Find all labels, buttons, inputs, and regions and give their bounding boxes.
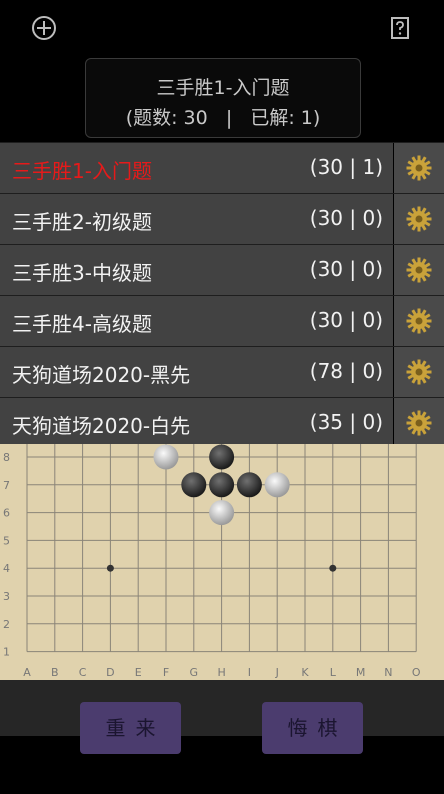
- puzzle-set-item[interactable]: 三手胜4-高级题 (30 | 0): [0, 296, 393, 346]
- menu-row: 天狗道场2020-黑先 (78 | 0): [0, 346, 444, 397]
- menu-row: 三手胜4-高级题 (30 | 0): [0, 295, 444, 346]
- undo-button[interactable]: 悔棋: [262, 702, 363, 754]
- rank-label: 7: [3, 479, 10, 492]
- rank-label: 6: [3, 507, 10, 520]
- rank-label: 5: [3, 534, 10, 547]
- puzzle-set-title: 三手胜1-入门题: [156, 77, 290, 99]
- settings-button[interactable]: [394, 347, 444, 397]
- star-point: [329, 564, 337, 572]
- rank-label: 3: [3, 590, 10, 603]
- help-icon[interactable]: [386, 14, 414, 42]
- black-stone[interactable]: [209, 472, 235, 498]
- puzzle-set-item[interactable]: 天狗道场2020-白先 (35 | 0): [0, 398, 393, 448]
- settings-button[interactable]: [394, 245, 444, 295]
- gomoku-board[interactable]: 8 7 6 5 4 3 2 1A B C D E F G H I J K L M N O: [0, 444, 444, 680]
- add-icon[interactable]: [30, 14, 58, 42]
- rank-label: 1: [3, 646, 10, 659]
- file-label: M: [356, 666, 366, 679]
- file-label: D: [106, 666, 114, 679]
- file-label: J: [275, 666, 279, 679]
- puzzle-set-label: 三手胜4-高级题: [12, 312, 152, 336]
- gear-icon: [406, 308, 432, 334]
- file-label: B: [51, 666, 59, 679]
- file-label: C: [79, 666, 87, 679]
- settings-button[interactable]: [394, 194, 444, 244]
- star-point: [106, 564, 114, 572]
- puzzle-info-panel: 三手胜1-入门题 (题数: 30 | 已解: 1): [85, 58, 361, 138]
- puzzle-set-count: (30 | 0): [309, 206, 383, 230]
- file-label: A: [23, 666, 31, 679]
- puzzle-set-item[interactable]: 三手胜2-初级题 (30 | 0): [0, 194, 393, 244]
- settings-button[interactable]: [394, 296, 444, 346]
- gear-icon: [406, 359, 432, 385]
- puzzle-set-count: (35 | 0): [309, 410, 383, 434]
- file-label: F: [163, 666, 169, 679]
- file-label: L: [330, 666, 337, 679]
- bottom-bar: 重来 悔棋: [0, 680, 444, 794]
- file-label: I: [248, 666, 251, 679]
- file-label: K: [301, 666, 309, 679]
- puzzle-set-label: 三手胜1-入门题: [12, 159, 152, 183]
- puzzle-set-count: (30 | 0): [309, 257, 383, 281]
- file-label: G: [190, 666, 199, 679]
- black-stone[interactable]: [236, 472, 262, 498]
- puzzle-set-count: (78 | 0): [309, 359, 383, 383]
- menu-row: 三手胜2-初级题 (30 | 0): [0, 193, 444, 244]
- gear-icon: [406, 206, 432, 232]
- rank-label: 4: [3, 562, 10, 575]
- puzzle-set-item[interactable]: 三手胜3-中级题 (30 | 0): [0, 245, 393, 295]
- puzzle-set-label: 三手胜2-初级题: [12, 210, 152, 234]
- file-label: N: [384, 666, 392, 679]
- file-label: E: [135, 666, 142, 679]
- gear-icon: [406, 155, 432, 181]
- puzzle-set-label: 三手胜3-中级题: [12, 261, 152, 285]
- gear-icon: [406, 257, 432, 283]
- rank-label: 2: [3, 618, 10, 631]
- black-stone[interactable]: [209, 444, 235, 470]
- rank-label: 8: [3, 451, 10, 464]
- puzzle-set-item[interactable]: 天狗道场2020-黑先 (78 | 0): [0, 347, 393, 397]
- board-grid[interactable]: 8 7 6 5 4 3 2 1A B C D E F G H I J K L M N O: [0, 444, 444, 680]
- black-stone[interactable]: [181, 472, 207, 498]
- restart-button[interactable]: 重来: [80, 702, 181, 754]
- white-stone[interactable]: [264, 472, 290, 498]
- menu-row: 三手胜3-中级题 (30 | 0): [0, 244, 444, 295]
- settings-button[interactable]: [394, 398, 444, 448]
- settings-button[interactable]: [394, 143, 444, 193]
- white-stone[interactable]: [153, 444, 179, 470]
- puzzle-set-label: 天狗道场2020-黑先: [12, 363, 191, 387]
- puzzle-stats: (题数: 30 | 已解: 1): [125, 107, 321, 129]
- file-label: H: [217, 666, 225, 679]
- gear-icon: [406, 410, 432, 436]
- white-stone[interactable]: [209, 500, 235, 526]
- top-bar: [0, 0, 444, 58]
- bottom-band: [0, 680, 444, 736]
- menu-row: 三手胜1-入门题 (30 | 1): [0, 142, 444, 193]
- puzzle-set-label: 天狗道场2020-白先: [12, 414, 191, 438]
- menu-row: 天狗道场2020-白先 (35 | 0): [0, 397, 444, 448]
- puzzle-set-menu: 三手胜1-入门题 (30 | 1) 三手胜2-初级题 (30 | 0) 三手胜3-中级题…: [0, 142, 444, 448]
- puzzle-set-count: (30 | 1): [309, 155, 383, 179]
- puzzle-set-count: (30 | 0): [309, 308, 383, 332]
- file-label: O: [412, 666, 421, 679]
- puzzle-set-item[interactable]: 三手胜1-入门题 (30 | 1): [0, 143, 393, 193]
